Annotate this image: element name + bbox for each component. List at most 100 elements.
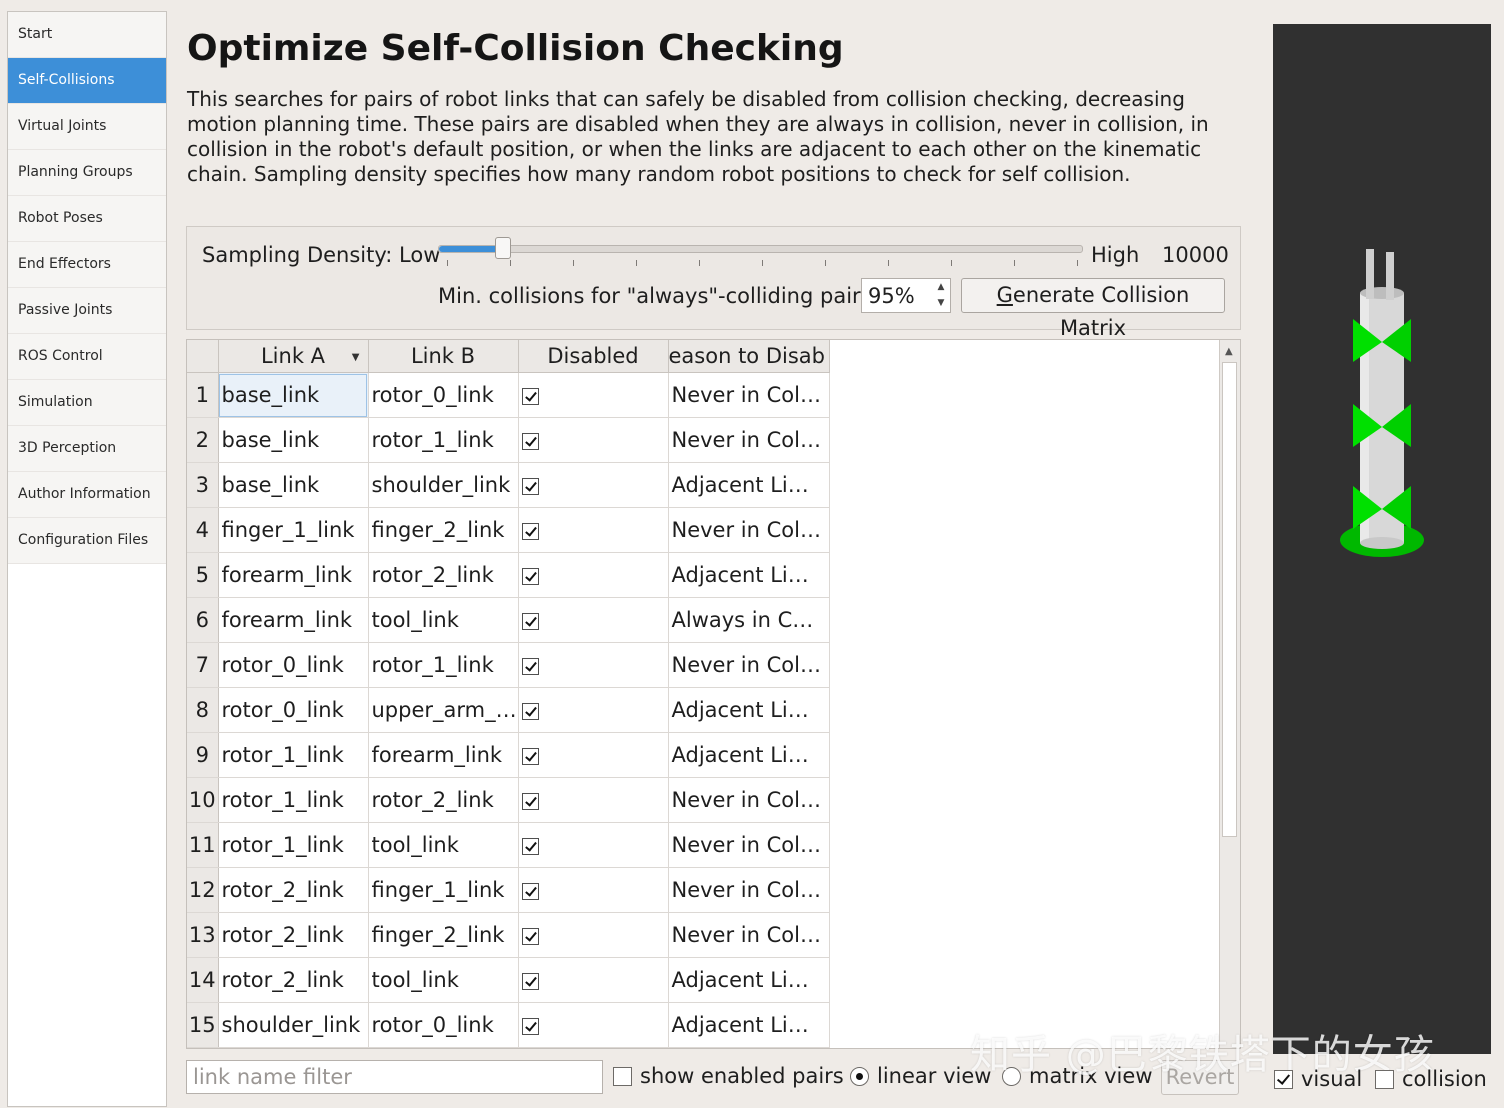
disabled-checkbox[interactable] [521, 927, 539, 945]
spin-down-icon[interactable]: ▼ [934, 296, 948, 311]
cell-link-b[interactable]: shoulder_link [368, 462, 519, 508]
sampling-density-slider[interactable] [438, 237, 1083, 259]
cell-reason[interactable]: Never in Col… [668, 372, 830, 418]
row-number[interactable]: 8 [187, 687, 219, 733]
sidebar-item-end-effectors[interactable]: End Effectors [8, 242, 166, 288]
cell-reason[interactable]: Never in Col… [668, 867, 830, 913]
cell-disabled[interactable] [518, 822, 669, 868]
cell-disabled[interactable] [518, 1047, 669, 1048]
row-number[interactable]: 13 [187, 912, 219, 958]
cell-reason[interactable]: Never in Col… [668, 912, 830, 958]
spin-up-icon[interactable]: ▲ [934, 280, 948, 295]
disabled-checkbox[interactable] [521, 432, 539, 450]
show-enabled-pairs-box[interactable] [613, 1067, 632, 1086]
disabled-checkbox[interactable] [521, 657, 539, 675]
row-number[interactable]: 10 [187, 777, 219, 823]
cell-disabled[interactable] [518, 372, 669, 418]
cell-link-b[interactable]: tool_link [368, 822, 519, 868]
sidebar-item-robot-poses[interactable]: Robot Poses [8, 196, 166, 242]
cell-disabled[interactable] [518, 417, 669, 463]
row-number[interactable]: 7 [187, 642, 219, 688]
cell-reason[interactable]: Adjacent Li… [668, 552, 830, 598]
cell-link-a[interactable]: forearm_link [218, 552, 369, 598]
cell-link-a[interactable]: rotor_1_link [218, 822, 369, 868]
sidebar-item-ros-control[interactable]: ROS Control [8, 334, 166, 380]
cell-reason[interactable]: Never in Col… [668, 507, 830, 553]
cell-reason[interactable]: Adjacent Li… [668, 732, 830, 778]
cell-link-b[interactable]: rotor_1_link [368, 417, 519, 463]
disabled-checkbox[interactable] [521, 882, 539, 900]
cell-reason[interactable]: Adjacent Li… [668, 687, 830, 733]
min-collisions-spinbox[interactable]: 95% ▲ ▼ [861, 278, 951, 313]
row-number[interactable]: 4 [187, 507, 219, 553]
cell-disabled[interactable] [518, 462, 669, 508]
table-row[interactable]: 7 rotor_0_link rotor_1_link Never in Col… [187, 642, 830, 688]
row-number[interactable]: 3 [187, 462, 219, 508]
cell-reason[interactable]: Never in Col… [668, 642, 830, 688]
row-number[interactable]: 6 [187, 597, 219, 643]
generate-collision-matrix-button[interactable]: Generate Collision Matrix [961, 278, 1225, 340]
cell-link-a[interactable]: rotor_0_link [218, 642, 369, 688]
cell-reason[interactable]: Adjacent Li… [668, 957, 830, 1003]
table-row[interactable]: 10 rotor_1_link rotor_2_link Never in Col… [187, 777, 830, 823]
header-disabled[interactable]: Disabled [518, 340, 669, 373]
disabled-checkbox[interactable] [521, 792, 539, 810]
slider-handle[interactable] [495, 237, 512, 259]
cell-reason[interactable]: Never in Col… [668, 822, 830, 868]
cell-disabled[interactable] [518, 642, 669, 688]
table-row[interactable]: 12 rotor_2_link finger_1_link Never in Col… [187, 867, 830, 913]
cell-link-b[interactable]: rotor_0_link [368, 1002, 519, 1048]
row-number[interactable] [187, 1047, 219, 1048]
row-number[interactable]: 1 [187, 372, 219, 418]
sidebar-item-virtual-joints[interactable]: Virtual Joints [8, 104, 166, 150]
cell-disabled[interactable] [518, 687, 669, 733]
cell-disabled[interactable] [518, 597, 669, 643]
disabled-checkbox[interactable] [521, 747, 539, 765]
cell-link-a[interactable]: shoulder_link [218, 1002, 369, 1048]
cell-link-a[interactable]: rotor_2_link [218, 867, 369, 913]
table-row[interactable]: 5 forearm_link rotor_2_link Adjacent Li… [187, 552, 830, 598]
cell-link-a[interactable]: rotor_2_link [218, 912, 369, 958]
cell-disabled[interactable] [518, 507, 669, 553]
sidebar-item-author-information[interactable]: Author Information [8, 472, 166, 518]
table-row[interactable]: 9 rotor_1_link forearm_link Adjacent Li… [187, 732, 830, 778]
row-number[interactable]: 2 [187, 417, 219, 463]
disabled-checkbox[interactable] [521, 972, 539, 990]
cell-disabled[interactable] [518, 552, 669, 598]
sidebar-item-simulation[interactable]: Simulation [8, 380, 166, 426]
cell-reason[interactable]: Adjacent Li… [668, 462, 830, 508]
disabled-checkbox[interactable] [521, 837, 539, 855]
cell-link-a[interactable]: rotor_1_link [218, 732, 369, 778]
cell-reason[interactable]: Never in Col… [668, 777, 830, 823]
header-link-b[interactable]: Link B [368, 340, 519, 373]
table-row[interactable]: 11 rotor_1_link tool_link Never in Col… [187, 822, 830, 868]
cell-link-a[interactable]: rotor_2_link [218, 957, 369, 1003]
cell-link-b[interactable]: rotor_0_link [368, 372, 519, 418]
table-row[interactable]: 1 base_link rotor_0_link Never in Col… [187, 372, 830, 418]
sidebar-item-3d-perception[interactable]: 3D Perception [8, 426, 166, 472]
cell-link-a[interactable] [218, 1047, 369, 1048]
cell-link-b[interactable]: forearm_link [368, 732, 519, 778]
disabled-checkbox[interactable] [521, 1017, 539, 1035]
cell-reason[interactable]: Adjacent Li… [668, 1002, 830, 1048]
table-row[interactable]: 3 base_link shoulder_link Adjacent Li… [187, 462, 830, 508]
table-row[interactable]: 13 rotor_2_link finger_2_link Never in Col… [187, 912, 830, 958]
row-number[interactable]: 14 [187, 957, 219, 1003]
link-name-filter-input[interactable] [186, 1060, 603, 1094]
sidebar-item-start[interactable]: Start [8, 12, 166, 58]
sidebar-item-passive-joints[interactable]: Passive Joints [8, 288, 166, 334]
cell-link-b[interactable]: finger_2_link [368, 507, 519, 553]
header-link-a[interactable]: Link A ▼ [218, 340, 369, 373]
table-row[interactable]: 4 finger_1_link finger_2_link Never in Col… [187, 507, 830, 553]
table-row[interactable]: 8 rotor_0_link upper_arm_… Adjacent Li… [187, 687, 830, 733]
cell-link-b[interactable]: upper_arm_… [368, 687, 519, 733]
cell-reason[interactable] [668, 1047, 830, 1048]
cell-link-b[interactable]: tool_link [368, 957, 519, 1003]
table-row[interactable]: 15 shoulder_link rotor_0_link Adjacent Li… [187, 1002, 830, 1048]
cell-disabled[interactable] [518, 867, 669, 913]
vertical-scrollbar[interactable]: ▲ [1219, 340, 1240, 1048]
visual-checkbox-box[interactable] [1274, 1070, 1293, 1089]
scroll-up-icon[interactable]: ▲ [1225, 346, 1233, 357]
scrollbar-thumb[interactable] [1222, 362, 1237, 837]
table-row[interactable]: 2 base_link rotor_1_link Never in Col… [187, 417, 830, 463]
